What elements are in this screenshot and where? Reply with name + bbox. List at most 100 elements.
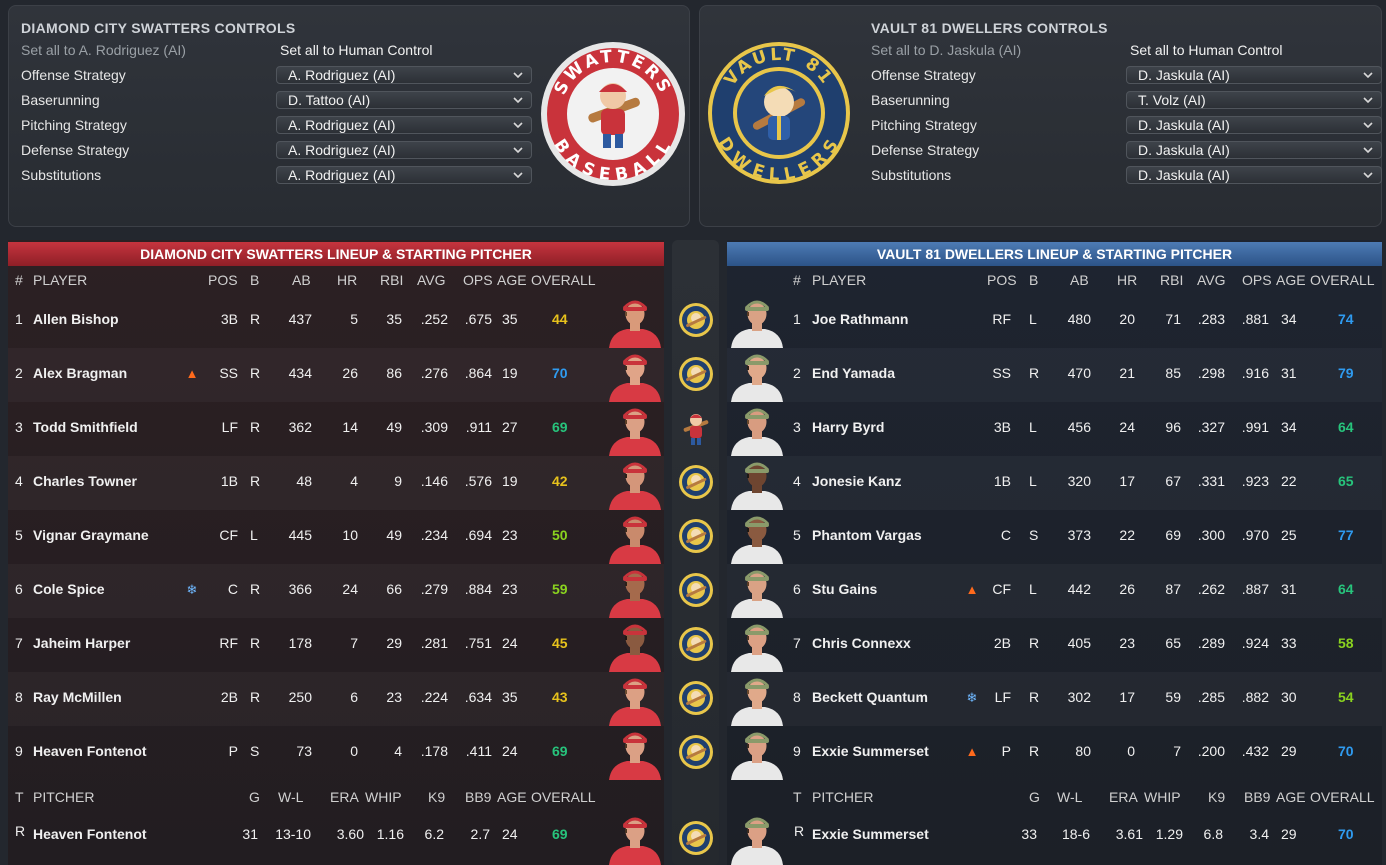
pitcher-bb9: 2.7	[470, 826, 490, 842]
player-row[interactable]: 7 Jaheim Harper RF R 178 7 29 .281 .751 24 45	[8, 618, 664, 672]
player-row[interactable]: 8 Beckett Quantum ❄ LF R 302 17 59 .285 .882 30 54	[727, 672, 1382, 726]
home-control-dropdown[interactable]: A. Rodriguez (AI)	[276, 141, 532, 159]
player-name: Vignar Graymane	[33, 527, 149, 543]
batting-order-number: 2	[15, 365, 23, 381]
player-portrait	[605, 512, 664, 564]
home-control-dropdown[interactable]: A. Rodriguez (AI)	[276, 66, 532, 84]
chevron-down-icon	[513, 72, 523, 79]
chevron-down-icon	[1363, 147, 1373, 154]
player-age: 34	[1281, 311, 1297, 327]
pitcher-portrait-image	[609, 817, 661, 865]
pitcher-column-header: BB9	[465, 789, 492, 805]
away-set-all-ai-link[interactable]: Set all to D. Jaskula (AI)	[871, 42, 1021, 58]
pitcher-row[interactable]: R Exxie Summerset 33 18-6 3.61 1.29 6.8 3.4 29 70	[727, 807, 1382, 865]
pitcher-g: 31	[242, 826, 258, 842]
pitcher-whip: 1.16	[376, 826, 404, 842]
player-hr: 17	[1119, 473, 1135, 489]
player-avg: .279	[420, 581, 448, 597]
player-age: 35	[502, 311, 518, 327]
player-age: 35	[502, 689, 518, 705]
pitcher-row[interactable]: R Heaven Fontenot 31 13-10 3.60 1.16 6.2 2.7 24 6…	[8, 807, 664, 865]
home-control-dropdown[interactable]: A. Rodriguez (AI)	[276, 116, 532, 134]
swatters-mascot-icon	[683, 414, 709, 445]
player-portrait-image	[731, 354, 783, 402]
player-portrait-image	[731, 516, 783, 564]
player-position: RF	[992, 311, 1011, 327]
player-portrait	[727, 512, 787, 564]
player-name: Phantom Vargas	[812, 527, 922, 543]
batting-order-number: 9	[793, 743, 801, 759]
player-avg: .224	[420, 689, 448, 705]
player-portrait	[605, 728, 664, 780]
player-row[interactable]: 5 Vignar Graymane CF L 445 10 49 .234 .694 23 50	[8, 510, 664, 564]
pitcher-column-header: BB9	[1244, 789, 1271, 805]
player-row[interactable]: 2 End Yamada SS R 470 21 85 .298 .916 31 79	[727, 348, 1382, 402]
player-rbi: 49	[386, 527, 402, 543]
player-bats: R	[250, 419, 261, 435]
home-control-dropdown[interactable]: D. Tattoo (AI)	[276, 91, 532, 109]
pitcher-column-header: G	[249, 789, 260, 805]
player-row[interactable]: 3 Todd Smithfield LF R 362 14 49 .309 .911 27 69	[8, 402, 664, 456]
pitcher-column-header: K9	[428, 789, 446, 805]
player-row[interactable]: 4 Jonesie Kanz 1B L 320 17 67 .331 .923 22 65	[727, 456, 1382, 510]
home-set-all-row: Set all to A. Rodriguez (AI) Set all to …	[21, 40, 531, 60]
player-row[interactable]: 6 Stu Gains ▲ CF L 442 26 87 .262 .887 31 64	[727, 564, 1382, 618]
player-row[interactable]: 3 Harry Byrd 3B L 456 24 96 .327 .991 34 64	[727, 402, 1382, 456]
batting-order-number: 4	[793, 473, 801, 489]
player-portrait	[727, 620, 787, 672]
player-row[interactable]: 9 Exxie Summerset ▲ P R 80 0 7 .200 .432 29 70	[727, 726, 1382, 780]
vault-logo-icon	[679, 735, 713, 769]
home-set-all-ai-link[interactable]: Set all to A. Rodriguez (AI)	[21, 42, 186, 58]
player-name: Harry Byrd	[812, 419, 885, 435]
away-control-dropdown[interactable]: D. Jaskula (AI)	[1126, 141, 1382, 159]
away-control-dropdown[interactable]: D. Jaskula (AI)	[1126, 166, 1382, 184]
player-row[interactable]: 6 Cole Spice ❄ C R 366 24 66 .279 .884 23 59	[8, 564, 664, 618]
player-age: 33	[1281, 635, 1297, 651]
batting-order-number: 7	[793, 635, 801, 651]
player-row[interactable]: 4 Charles Towner 1B R 48 4 9 .146 .576 19 42	[8, 456, 664, 510]
column-header: OPS	[463, 272, 493, 288]
player-row[interactable]: 1 Joe Rathmann RF L 480 20 71 .283 .881 34 74	[727, 294, 1382, 348]
player-row[interactable]: 7 Chris Connexx 2B R 405 23 65 .289 .924 33 58	[727, 618, 1382, 672]
away-control-dropdown[interactable]: D. Jaskula (AI)	[1126, 66, 1382, 84]
pitcher-name: Exxie Summerset	[812, 826, 929, 842]
player-age: 27	[502, 419, 518, 435]
player-hr: 21	[1119, 365, 1135, 381]
player-bats: S	[250, 743, 260, 759]
player-avg: .276	[420, 365, 448, 381]
away-control-dropdown[interactable]: T. Volz (AI)	[1126, 91, 1382, 109]
player-overall: 59	[552, 581, 568, 597]
player-portrait-image	[609, 624, 661, 672]
batting-order-number: 3	[793, 419, 801, 435]
player-row[interactable]: 2 Alex Bragman ▲ SS R 434 26 86 .276 .864 19 70	[8, 348, 664, 402]
player-bats: R	[250, 473, 261, 489]
away-set-all-human-link[interactable]: Set all to Human Control	[1130, 42, 1283, 58]
home-set-all-human-link[interactable]: Set all to Human Control	[280, 42, 433, 58]
player-overall: 70	[552, 365, 568, 381]
player-row[interactable]: 9 Heaven Fontenot P S 73 0 4 .178 .411 24 69	[8, 726, 664, 780]
player-row[interactable]: 5 Phantom Vargas C S 373 22 69 .300 .970 25 77	[727, 510, 1382, 564]
player-portrait	[727, 350, 787, 402]
player-ops: .882	[1241, 689, 1269, 705]
player-age: 31	[1281, 581, 1297, 597]
player-name: End Yamada	[812, 365, 896, 381]
player-name: Jonesie Kanz	[812, 473, 902, 489]
player-position: C	[1000, 527, 1011, 543]
player-row[interactable]: 1 Allen Bishop 3B R 437 5 35 .252 .675 35 44	[8, 294, 664, 348]
home-control-dropdown-value: A. Rodriguez (AI)	[288, 117, 396, 133]
away-control-dropdown[interactable]: D. Jaskula (AI)	[1126, 116, 1382, 134]
player-rbi: 67	[1165, 473, 1181, 489]
player-rbi: 66	[386, 581, 402, 597]
player-row[interactable]: 8 Ray McMillen 2B R 250 6 23 .224 .634 35 43	[8, 672, 664, 726]
pitcher-portrait-image	[731, 817, 783, 865]
away-control-dropdown-value: D. Jaskula (AI)	[1138, 167, 1230, 183]
player-ab: 470	[1067, 365, 1091, 381]
player-overall: 74	[1338, 311, 1354, 327]
player-hr: 6	[350, 689, 358, 705]
player-ab: 48	[296, 473, 312, 489]
player-ops: .881	[1241, 311, 1269, 327]
pitcher-g: 33	[1021, 826, 1037, 842]
home-control-dropdown[interactable]: A. Rodriguez (AI)	[276, 166, 532, 184]
player-rbi: 4	[394, 743, 402, 759]
player-name: Stu Gains	[812, 581, 878, 597]
